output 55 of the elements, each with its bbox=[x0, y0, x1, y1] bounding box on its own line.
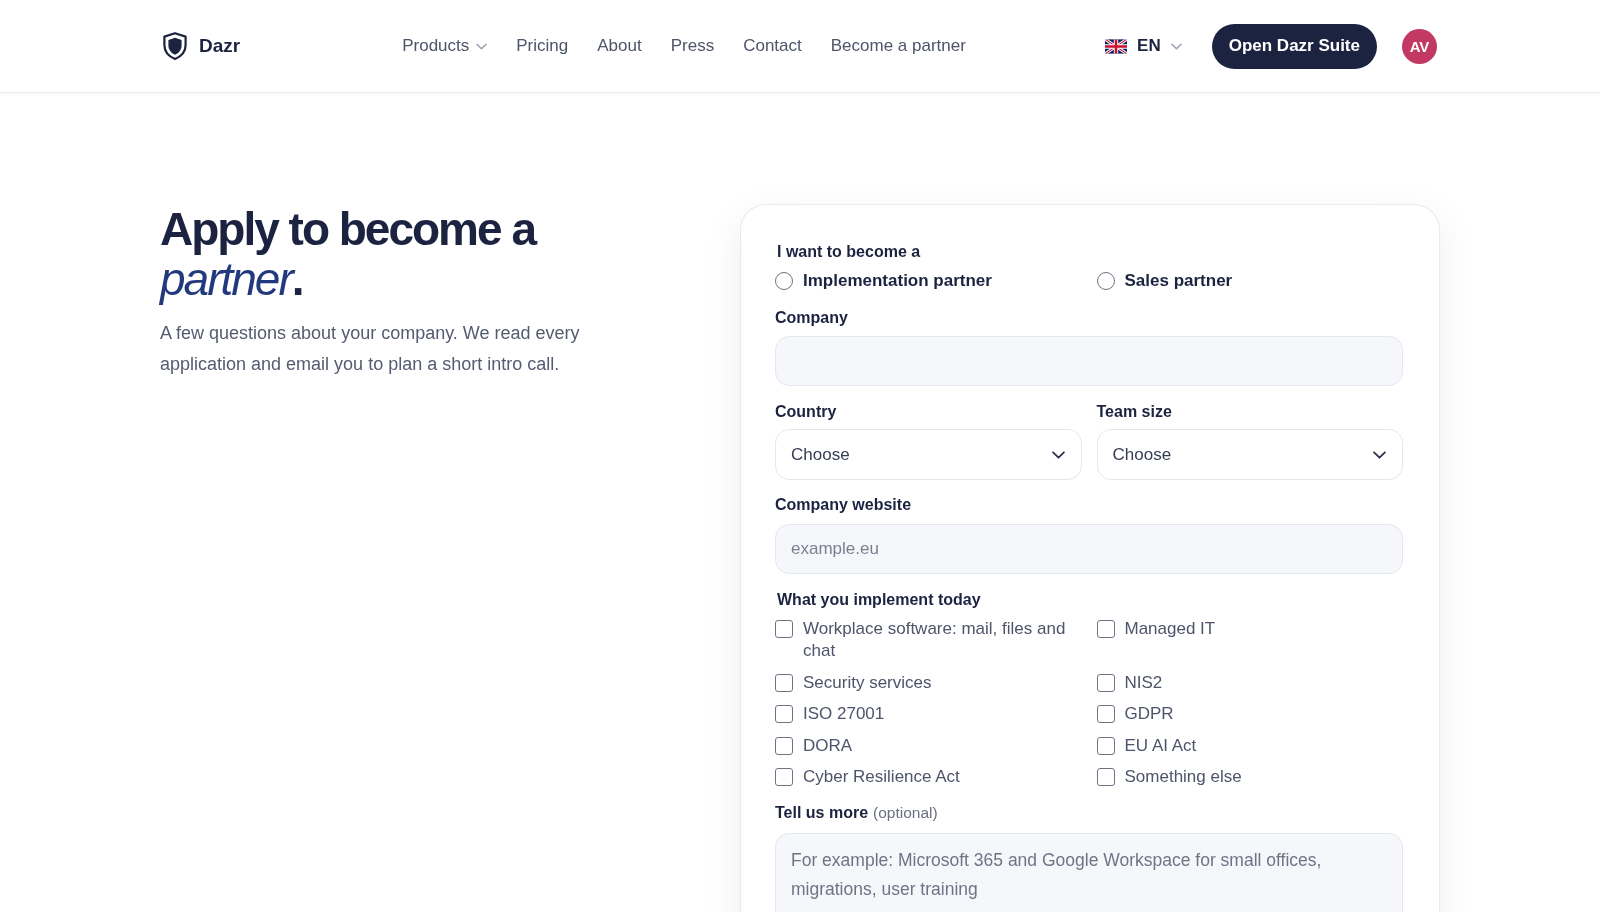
user-avatar[interactable]: AV bbox=[1402, 28, 1437, 64]
flag-icon bbox=[1105, 38, 1128, 54]
checkbox[interactable] bbox=[1096, 736, 1115, 755]
nav-link[interactable]: Pricing bbox=[516, 36, 569, 56]
checkbox[interactable] bbox=[1096, 705, 1115, 723]
nav-link[interactable]: Become a partner bbox=[830, 36, 966, 56]
select-field[interactable]: Choose bbox=[1096, 429, 1403, 480]
checkbox-label: ISO 27001 bbox=[803, 703, 885, 725]
select-field[interactable]: Choose bbox=[775, 429, 1082, 480]
open-suite-button[interactable]: Open Dazr Suite bbox=[1211, 23, 1377, 69]
nav-link[interactable]: About bbox=[597, 36, 642, 56]
input-field[interactable] bbox=[775, 336, 1403, 386]
checkbox-label: Security services bbox=[803, 671, 932, 694]
checkbox-label: Something else bbox=[1124, 766, 1242, 788]
checkbox[interactable] bbox=[1096, 768, 1115, 786]
radio-button[interactable] bbox=[1096, 272, 1115, 290]
checkbox-label: NIS2 bbox=[1124, 671, 1163, 694]
input-field[interactable]: example.eu bbox=[775, 524, 1403, 574]
field-label: Country bbox=[775, 403, 838, 421]
optional-hint: (optional) bbox=[873, 804, 938, 822]
caret-icon bbox=[1170, 42, 1182, 50]
checkbox-label: DORA bbox=[803, 734, 853, 757]
textarea-field[interactable]: For example: Microsoft 365 and Google Workspace for small offices, migrations, user training bbox=[775, 833, 1403, 912]
checkbox[interactable] bbox=[1096, 673, 1115, 692]
checkbox[interactable] bbox=[1096, 620, 1115, 638]
checkbox[interactable] bbox=[775, 705, 793, 723]
caret-icon bbox=[476, 42, 488, 50]
field-label: I want to become a bbox=[777, 243, 922, 261]
checkbox-label: Cyber Resilience Act bbox=[803, 766, 960, 788]
nav-link[interactable]: Press bbox=[670, 36, 715, 56]
field-label: Company website bbox=[775, 496, 913, 514]
intro-text: A few questions about your company. We read every application and email you to plan a short intro call. bbox=[160, 322, 581, 376]
nav-dropdown[interactable]: Products bbox=[402, 36, 488, 56]
brand-name[interactable]: Dazr bbox=[199, 35, 241, 57]
checkbox[interactable] bbox=[775, 736, 793, 755]
checkbox-label: Workplace software: mail, files and chat bbox=[803, 618, 1067, 662]
chevron-down-icon bbox=[1051, 450, 1065, 459]
field-label: Tell us more bbox=[775, 804, 869, 822]
field-label: Team size bbox=[1096, 403, 1173, 421]
page-heading: Apply to become a partner. bbox=[160, 204, 537, 304]
chevron-down-icon bbox=[1373, 450, 1386, 459]
checkbox[interactable] bbox=[775, 673, 793, 692]
nav-link[interactable]: Contact bbox=[743, 36, 802, 56]
radio-label: Sales partner bbox=[1124, 271, 1233, 291]
checkbox-label: GDPR bbox=[1124, 703, 1174, 725]
checkbox-label: EU AI Act bbox=[1124, 734, 1197, 757]
language-selector[interactable]: EN bbox=[1105, 36, 1182, 56]
checkbox[interactable] bbox=[775, 620, 793, 638]
radio-button[interactable] bbox=[775, 272, 793, 290]
field-label: Company bbox=[775, 309, 849, 327]
shield-icon bbox=[163, 32, 187, 60]
checkbox[interactable] bbox=[775, 768, 793, 786]
checkbox-label: Managed IT bbox=[1124, 618, 1216, 640]
field-label: What you implement today bbox=[777, 591, 982, 609]
radio-label: Implementation partner bbox=[803, 271, 992, 291]
